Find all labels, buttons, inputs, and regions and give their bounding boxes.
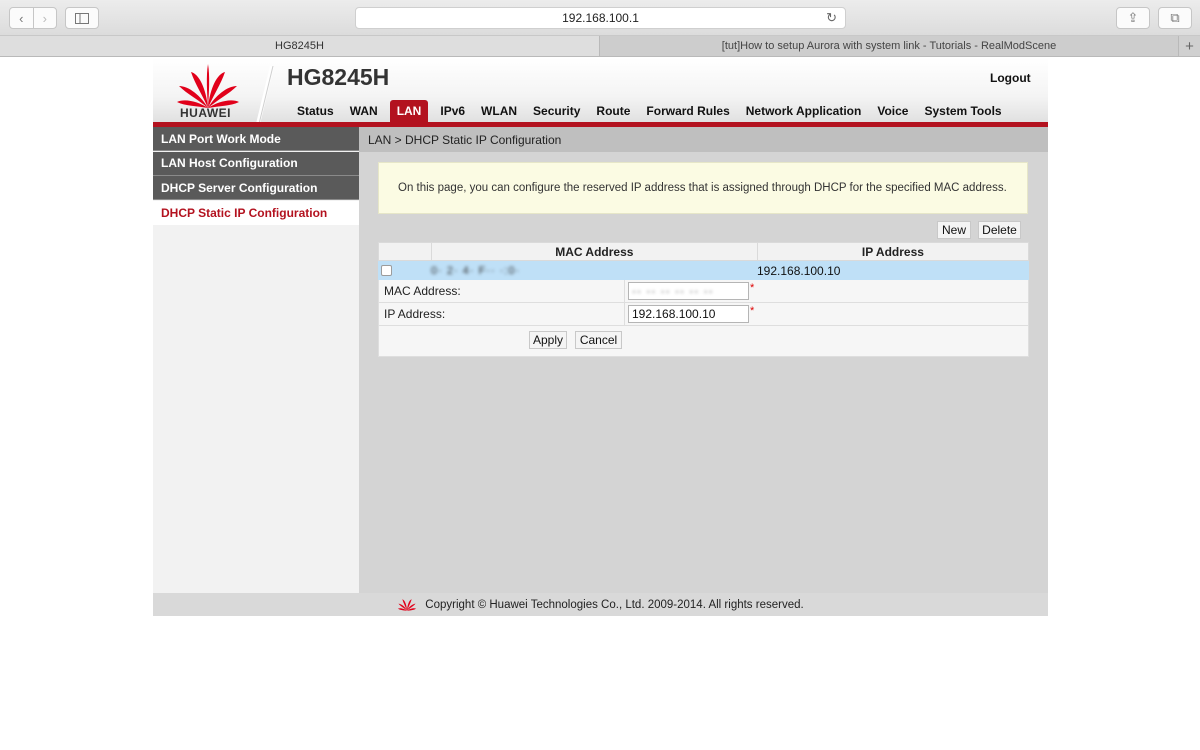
menu-status[interactable]: Status: [289, 100, 342, 122]
table-header: MAC Address IP Address: [378, 242, 1029, 261]
copyright-text: Copyright © Huawei Technologies Co., Ltd…: [425, 598, 804, 611]
cancel-button[interactable]: Cancel: [575, 331, 622, 349]
forward-button[interactable]: ›: [32, 8, 57, 28]
menu-ipv6[interactable]: IPv6: [432, 100, 473, 122]
browser-tabbar: HG8245H [tut]How to setup Aurora with sy…: [0, 36, 1200, 57]
reload-icon[interactable]: ↻: [826, 10, 837, 26]
form-actions: Apply Cancel: [378, 326, 1029, 357]
tab-realmodscene[interactable]: [tut]How to setup Aurora with system lin…: [600, 36, 1178, 56]
sidebar-item-dhcp-static-ip-configuration[interactable]: DHCP Static IP Configuration: [153, 200, 359, 225]
info-notice: On this page, you can configure the rese…: [378, 162, 1028, 214]
row-mac-value: 0· 2· 4· F·· ·:0·: [431, 264, 521, 277]
new-tab-button[interactable]: +: [1178, 36, 1200, 56]
menu-security[interactable]: Security: [525, 100, 588, 122]
mac-address-form-row: MAC Address: ·· ·· ·· ·· ·· ·· *: [378, 280, 1029, 303]
table-row[interactable]: 0· 2· 4· F·· ·:0· 192.168.100.10: [378, 261, 1029, 280]
logout-link[interactable]: Logout: [990, 71, 1031, 85]
row-ip-address: 192.168.100.10: [757, 263, 841, 278]
menu-lan[interactable]: LAN: [389, 100, 429, 122]
mac-address-input[interactable]: ·· ·· ·· ·· ·· ··: [628, 282, 749, 300]
page-header: HUAWEI HG8245H Logout Status WAN LAN IPv…: [153, 58, 1048, 128]
ip-address-label: IP Address:: [379, 303, 625, 325]
new-button[interactable]: New: [937, 221, 971, 239]
nav-buttons: ‹ ›: [9, 7, 57, 29]
ip-address-value-cell: 192.168.100.10 *: [625, 305, 1028, 323]
sidebar-item-lan-port-work-mode[interactable]: LAN Port Work Mode: [153, 127, 359, 151]
delete-button[interactable]: Delete: [978, 221, 1021, 239]
share-button[interactable]: ⇪: [1116, 7, 1150, 29]
model-title: HG8245H: [287, 64, 390, 90]
sidebar-icon: [75, 12, 89, 24]
ip-address-input[interactable]: 192.168.100.10: [628, 305, 749, 323]
static-ip-table: MAC Address IP Address 0· 2· 4· F·· ·:0·…: [378, 242, 1029, 357]
row-checkbox[interactable]: [381, 265, 392, 276]
url-text: 192.168.100.1: [562, 11, 639, 25]
huawei-footer-logo-icon: [398, 598, 417, 611]
header-select-column: [379, 243, 431, 260]
menu-network-application[interactable]: Network Application: [738, 100, 870, 122]
browser-toolbar: ‹ › 192.168.100.1 ↻ ⇪ ⧉: [0, 0, 1200, 36]
menu-system-tools[interactable]: System Tools: [916, 100, 1009, 122]
ip-address-form-row: IP Address: 192.168.100.10 *: [378, 303, 1029, 326]
main-content: LAN > DHCP Static IP Configuration On th…: [359, 127, 1048, 593]
row-mac-address: 0· 2· 4· F·· ·:0·: [430, 265, 757, 277]
mac-address-value-cell: ·· ·· ·· ·· ·· ·· *: [625, 282, 1028, 300]
ip-required-mark: *: [750, 305, 755, 317]
menu-wan[interactable]: WAN: [342, 100, 386, 122]
mac-address-label: MAC Address:: [379, 280, 625, 302]
brand-label: HUAWEI: [180, 106, 231, 120]
back-button[interactable]: ‹: [10, 8, 33, 28]
sidebar: LAN Port Work Mode LAN Host Configuratio…: [153, 127, 359, 593]
share-icon: ⇪: [1127, 10, 1139, 25]
tab-hg8245h[interactable]: HG8245H: [0, 36, 600, 56]
tabs-icon: ⧉: [1170, 10, 1180, 25]
breadcrumb: LAN > DHCP Static IP Configuration: [359, 127, 1048, 152]
menu-route[interactable]: Route: [588, 100, 638, 122]
router-page: HUAWEI HG8245H Logout Status WAN LAN IPv…: [153, 58, 1048, 616]
menu-wlan[interactable]: WLAN: [473, 100, 525, 122]
address-bar[interactable]: 192.168.100.1 ↻: [355, 7, 846, 29]
sidebar-toggle-button[interactable]: [65, 7, 99, 29]
notice-text: On this page, you can configure the rese…: [398, 182, 1007, 194]
header-ip-address: IP Address: [756, 243, 1028, 260]
sidebar-item-lan-host-configuration[interactable]: LAN Host Configuration: [153, 151, 359, 176]
apply-button[interactable]: Apply: [529, 331, 567, 349]
page-footer: Copyright © Huawei Technologies Co., Ltd…: [153, 593, 1048, 616]
sidebar-item-dhcp-server-configuration[interactable]: DHCP Server Configuration: [153, 176, 359, 200]
header-divider: [256, 66, 274, 124]
row-select-cell: [378, 265, 430, 276]
header-mac-address: MAC Address: [430, 243, 757, 260]
menu-voice[interactable]: Voice: [869, 100, 916, 122]
mac-address-input-value: ·· ·· ·· ·· ·· ··: [632, 284, 714, 298]
menu-forward-rules[interactable]: Forward Rules: [638, 100, 737, 122]
mac-required-mark: *: [750, 282, 755, 294]
main-menu: Status WAN LAN IPv6 WLAN Security Route …: [289, 100, 1010, 122]
show-tabs-button[interactable]: ⧉: [1158, 7, 1192, 29]
